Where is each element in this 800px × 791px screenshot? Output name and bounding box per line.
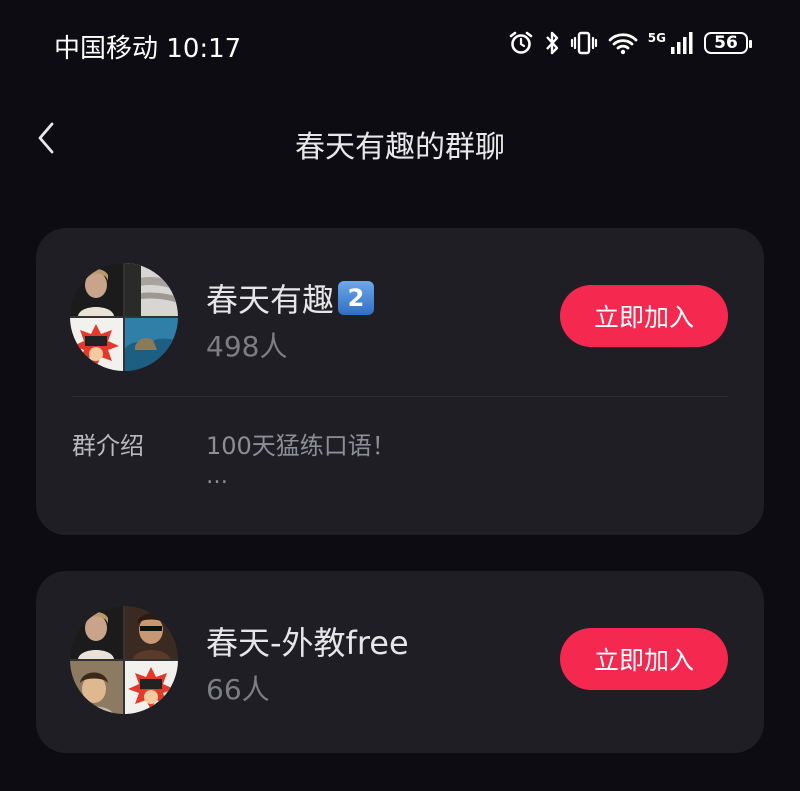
join-button[interactable]: 立即加入 — [560, 628, 728, 690]
member-photo — [70, 318, 123, 371]
clock: 10:17 — [166, 34, 242, 64]
group-name-text: 春天-外教free — [206, 624, 409, 662]
member-photo — [70, 263, 123, 316]
member-photo — [125, 661, 178, 714]
member-photo — [70, 661, 123, 714]
intro-text: 100天猛练口语！ — [206, 432, 396, 460]
page-title: 春天有趣的群聊 — [295, 130, 505, 165]
carrier-name: 中国移动 — [54, 34, 159, 64]
group-name: 春天有趣 2 — [206, 275, 375, 321]
group-avatar[interactable] — [70, 263, 178, 371]
join-button[interactable]: 立即加入 — [560, 285, 728, 347]
battery-indicator: 56 — [704, 32, 752, 54]
nav-bar: 春天有趣的群聊 — [0, 108, 800, 168]
status-icons: 5G 56 — [508, 30, 752, 56]
group-name-text: 春天有趣 — [206, 281, 335, 319]
divider — [72, 396, 728, 397]
status-bar: 中国移动 10:17 5G 56 — [0, 0, 800, 90]
group-number-badge: 2 — [338, 281, 375, 315]
network-type-label: 5G — [647, 31, 666, 45]
member-count: 498人 — [206, 330, 288, 363]
intro-more: … — [206, 464, 230, 489]
group-card[interactable]: 春天有趣 2 498人 立即加入 群介绍 100天猛练口语！ … — [36, 228, 764, 535]
group-avatar[interactable] — [70, 606, 178, 714]
intro-label: 群介绍 — [72, 432, 144, 460]
battery-level: 56 — [714, 33, 738, 53]
signal-icon — [671, 32, 693, 54]
member-photo — [125, 263, 178, 316]
alarm-icon — [509, 31, 533, 54]
member-photo — [125, 606, 178, 659]
bluetooth-icon — [545, 31, 558, 55]
vibrate-icon — [570, 31, 597, 55]
member-photo — [70, 606, 123, 659]
carrier-time: 中国移动 10:17 — [54, 28, 241, 65]
group-card[interactable]: 春天-外教free 66人 立即加入 — [36, 571, 764, 753]
group-name: 春天-外教free — [206, 618, 409, 664]
member-count: 66人 — [206, 673, 270, 706]
member-photo — [125, 318, 178, 371]
wifi-icon — [608, 33, 638, 55]
